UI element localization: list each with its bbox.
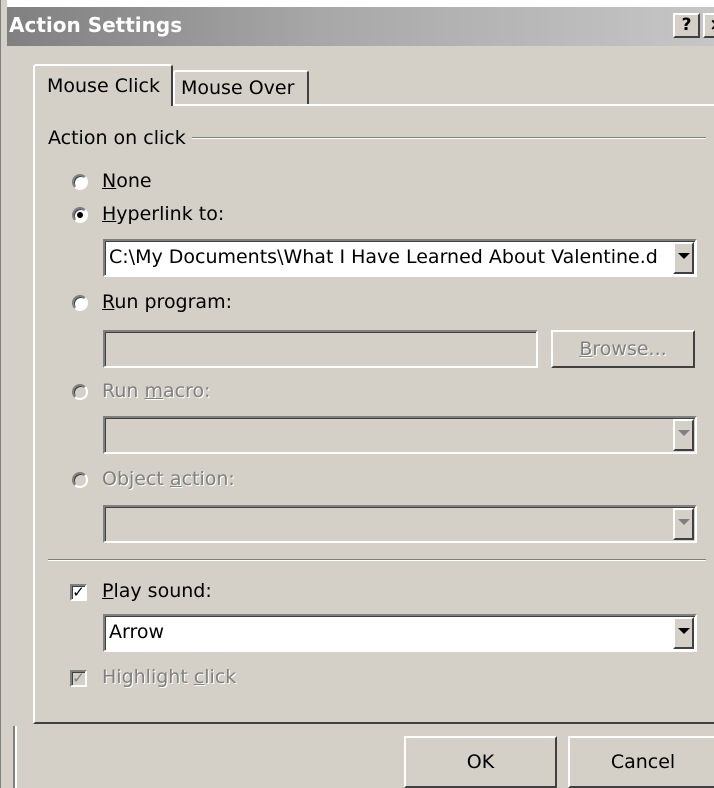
footer-border bbox=[13, 726, 17, 788]
object-action-radio[interactable] bbox=[72, 472, 88, 488]
chevron-down-icon bbox=[678, 430, 690, 436]
run-macro-dropdown-button[interactable] bbox=[673, 419, 694, 451]
hyperlink-label[interactable]: Hyperlink to: bbox=[102, 203, 224, 225]
help-button[interactable]: ? bbox=[673, 13, 700, 38]
run-program-input[interactable] bbox=[103, 330, 538, 368]
action-on-click-label: Action on click bbox=[48, 127, 186, 149]
group-divider bbox=[192, 137, 706, 139]
play-sound-checkbox[interactable]: ✓ bbox=[70, 584, 87, 601]
none-radio[interactable] bbox=[72, 174, 88, 190]
highlight-click-label[interactable]: Highlight click bbox=[102, 666, 236, 688]
hyperlink-radio[interactable] bbox=[72, 207, 88, 223]
run-macro-radio[interactable] bbox=[72, 384, 88, 400]
frame-left bbox=[0, 0, 7, 788]
hyperlink-value: C:\My Documents\What I Have Learned Abou… bbox=[109, 246, 658, 268]
none-label[interactable]: None bbox=[102, 170, 152, 192]
title-bar[interactable]: Action Settings ? × bbox=[7, 7, 714, 46]
chevron-down-icon bbox=[678, 519, 690, 525]
highlight-click-checkbox[interactable]: ✓ bbox=[70, 670, 87, 687]
tab-mouse-over-label: Mouse Over bbox=[181, 77, 295, 99]
sound-value: Arrow bbox=[109, 621, 165, 643]
tab-mouse-over[interactable]: Mouse Over bbox=[173, 70, 309, 104]
tab-mouse-click-label: Mouse Click bbox=[47, 75, 160, 97]
chevron-down-icon bbox=[678, 253, 690, 259]
sound-dropdown-button[interactable] bbox=[673, 617, 694, 649]
cancel-button[interactable]: Cancel bbox=[568, 736, 714, 788]
sound-dropdown[interactable]: Arrow bbox=[103, 614, 697, 652]
ok-button[interactable]: OK bbox=[404, 736, 557, 788]
object-action-label[interactable]: Object action: bbox=[102, 468, 235, 490]
run-program-radio[interactable] bbox=[72, 295, 88, 311]
browse-button[interactable]: Browse... bbox=[551, 330, 695, 368]
object-action-dropdown-button[interactable] bbox=[673, 508, 694, 540]
hyperlink-dropdown-button[interactable] bbox=[673, 242, 694, 274]
section-separator bbox=[48, 559, 706, 561]
action-settings-dialog: Action Settings ? × Mouse Click Mouse Ov… bbox=[0, 0, 714, 788]
window-title: Action Settings bbox=[9, 13, 183, 37]
object-action-dropdown[interactable] bbox=[103, 505, 697, 543]
hyperlink-dropdown[interactable]: C:\My Documents\What I Have Learned Abou… bbox=[103, 239, 697, 277]
chevron-down-icon bbox=[678, 628, 690, 634]
run-macro-label[interactable]: Run macro: bbox=[102, 380, 211, 402]
tab-mouse-click[interactable]: Mouse Click bbox=[33, 64, 173, 106]
play-sound-label[interactable]: Play sound: bbox=[102, 580, 212, 602]
run-program-label[interactable]: Run program: bbox=[102, 291, 232, 313]
close-button[interactable]: × bbox=[703, 13, 714, 38]
run-macro-dropdown[interactable] bbox=[103, 416, 697, 454]
frame-top bbox=[0, 0, 714, 7]
